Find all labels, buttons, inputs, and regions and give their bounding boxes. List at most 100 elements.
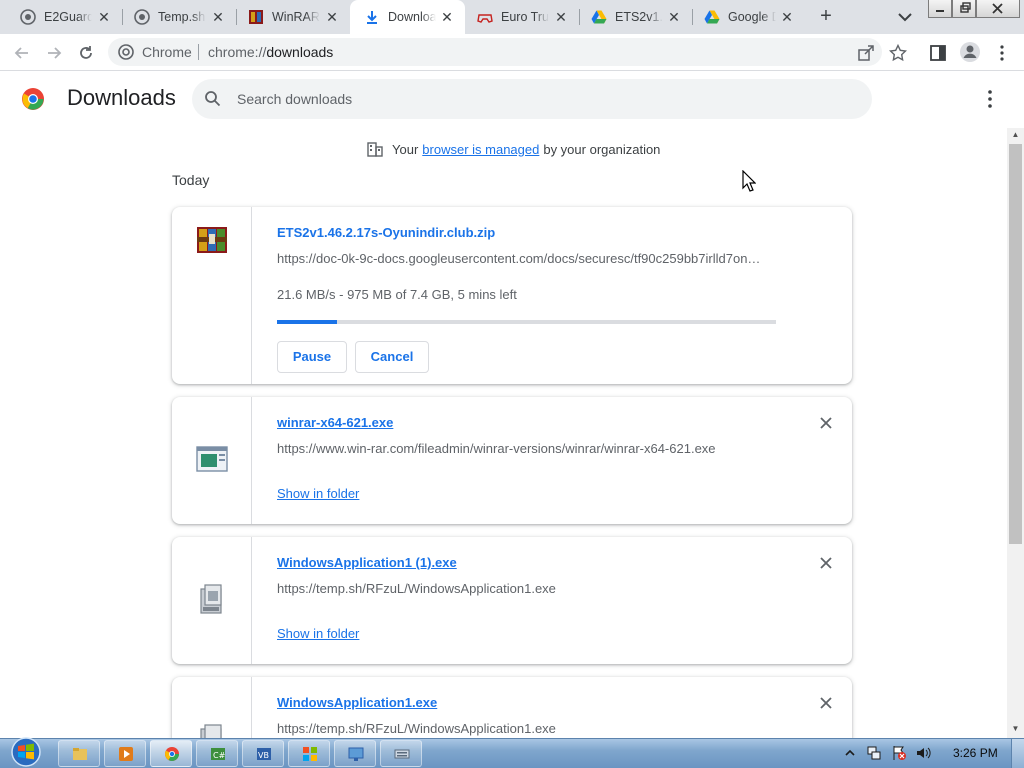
menu-kebab-icon[interactable]: [995, 44, 1009, 62]
network-icon[interactable]: [866, 745, 882, 761]
download-url: https://www.win-rar.com/fileadmin/winrar…: [277, 441, 716, 456]
google-drive-icon: [704, 10, 720, 24]
download-filename-link[interactable]: WindowsApplication1.exe: [277, 695, 437, 710]
forward-button[interactable]: [42, 41, 66, 65]
tab-ets2-drive[interactable]: ETS2v1.46.2 ✕: [579, 0, 692, 34]
site-label: Chrome: [142, 44, 192, 60]
download-item: winrar-x64-621.exe https://www.win-rar.c…: [172, 397, 852, 524]
url-text: chrome://downloads: [208, 44, 333, 60]
url-host: downloads: [266, 44, 334, 60]
show-in-folder-link[interactable]: Show in folder: [277, 486, 359, 501]
globe-icon: [20, 9, 36, 25]
tab-title: Downloads: [388, 10, 436, 24]
start-button[interactable]: [8, 736, 44, 768]
explorer-icon: [73, 748, 87, 760]
monitor-icon: [348, 747, 364, 761]
svg-text:VB: VB: [258, 751, 269, 760]
tab-google-drive[interactable]: Google Drive ✕: [692, 0, 805, 34]
download-filename-link[interactable]: WindowsApplication1 (1).exe: [277, 555, 457, 570]
section-heading-today: Today: [172, 172, 210, 188]
tab-euro-truck[interactable]: Euro Truck Si ✕: [465, 0, 579, 34]
close-icon[interactable]: ✕: [553, 9, 569, 25]
installer-window-icon: [196, 446, 228, 472]
system-clock[interactable]: 3:26 PM: [953, 746, 998, 760]
windows-app-icon: [303, 747, 317, 761]
winrar-archive-icon: [197, 227, 227, 253]
restore-icon: [960, 2, 971, 13]
chevron-up-icon[interactable]: [845, 747, 855, 759]
cancel-button[interactable]: Cancel: [355, 341, 429, 373]
download-icon: [367, 11, 377, 24]
managed-suffix: by your organization: [543, 141, 661, 157]
taskbar-visual-basic[interactable]: VB: [242, 740, 284, 767]
tab-downloads[interactable]: Downloads ✕: [350, 0, 465, 34]
new-tab-button[interactable]: +: [812, 4, 840, 30]
action-center-flag-icon[interactable]: [891, 745, 907, 761]
download-progress-fill: [277, 320, 337, 324]
show-in-folder-link[interactable]: Show in folder: [277, 626, 359, 641]
reload-icon: [80, 46, 92, 59]
tab-e2guardian[interactable]: E2Guardian ✕: [0, 0, 122, 34]
close-window-button[interactable]: [976, 0, 1020, 18]
chevron-down-icon[interactable]: [893, 6, 917, 28]
close-icon[interactable]: ✕: [324, 9, 340, 25]
csharp-icon: C#: [211, 748, 226, 760]
close-icon[interactable]: [818, 555, 834, 571]
download-progress-bar: [277, 320, 776, 324]
google-drive-icon: [591, 10, 607, 24]
tab-title: E2Guardian: [44, 10, 92, 24]
restore-button[interactable]: [952, 0, 976, 18]
managed-link[interactable]: browser is managed: [422, 142, 539, 157]
download-url: https://temp.sh/RFzuL/WindowsApplication…: [277, 721, 556, 736]
close-icon[interactable]: ✕: [210, 9, 226, 25]
star-icon[interactable]: [889, 44, 907, 62]
close-icon[interactable]: [818, 415, 834, 431]
close-icon[interactable]: ✕: [439, 9, 455, 25]
url-scheme: chrome://: [208, 44, 267, 60]
managed-prefix: Your: [392, 141, 419, 157]
application-exe-icon: [200, 724, 222, 738]
scroll-up-arrow[interactable]: ▲: [1007, 128, 1024, 142]
back-button[interactable]: [10, 41, 34, 65]
side-panel-icon[interactable]: [929, 44, 947, 62]
taskbar-keyboard[interactable]: [380, 740, 422, 767]
chrome-logo-icon: [22, 88, 44, 110]
taskbar-explorer[interactable]: [58, 740, 100, 767]
close-icon[interactable]: ✕: [666, 9, 682, 25]
scrollbar-thumb[interactable]: [1009, 144, 1022, 544]
tab-title: WinRAR arch: [272, 10, 320, 24]
gamepad-icon: [477, 14, 493, 23]
download-url: https://doc-0k-9c-docs.googleusercontent…: [277, 251, 761, 266]
taskbar-chrome[interactable]: [150, 740, 192, 767]
download-filename-link[interactable]: ETS2v1.46.2.17s-Oyunindir.club.zip: [277, 225, 495, 240]
show-desktop-button[interactable]: [1011, 739, 1024, 768]
taskbar-media-player[interactable]: [104, 740, 146, 767]
volume-icon[interactable]: [915, 745, 931, 761]
winrar-icon: [249, 10, 263, 24]
taskbar-csharp[interactable]: C#: [196, 740, 238, 767]
taskbar-windows-app[interactable]: [288, 740, 330, 767]
close-icon[interactable]: ✕: [779, 9, 795, 25]
download-item: WindowsApplication1 (1).exe https://temp…: [172, 537, 852, 664]
download-item: ETS2v1.46.2.17s-Oyunindir.club.zip https…: [172, 207, 852, 384]
share-icon[interactable]: [857, 44, 875, 62]
minimize-button[interactable]: [928, 0, 952, 18]
scroll-down-arrow[interactable]: ▼: [1007, 722, 1024, 736]
close-icon: [992, 3, 1003, 14]
arrow-right-icon: [48, 47, 62, 59]
tab-winrar[interactable]: WinRAR arch ✕: [236, 0, 350, 34]
mouse-cursor-icon: [742, 170, 756, 192]
reload-button[interactable]: [74, 41, 98, 65]
close-icon[interactable]: [818, 695, 834, 711]
download-item: WindowsApplication1.exe https://temp.sh/…: [172, 677, 852, 738]
taskbar-monitor[interactable]: [334, 740, 376, 767]
pause-button[interactable]: Pause: [277, 341, 347, 373]
media-player-icon: [119, 747, 133, 761]
profile-avatar-icon[interactable]: [959, 41, 981, 63]
tab-title: Google Drive: [728, 10, 776, 24]
download-filename-link[interactable]: winrar-x64-621.exe: [277, 415, 393, 430]
chrome-icon: [165, 747, 179, 761]
more-options-icon[interactable]: [980, 88, 1000, 110]
close-icon[interactable]: ✕: [96, 9, 112, 25]
tab-temp-sh[interactable]: Temp.sh | Fi ✕: [122, 0, 236, 34]
